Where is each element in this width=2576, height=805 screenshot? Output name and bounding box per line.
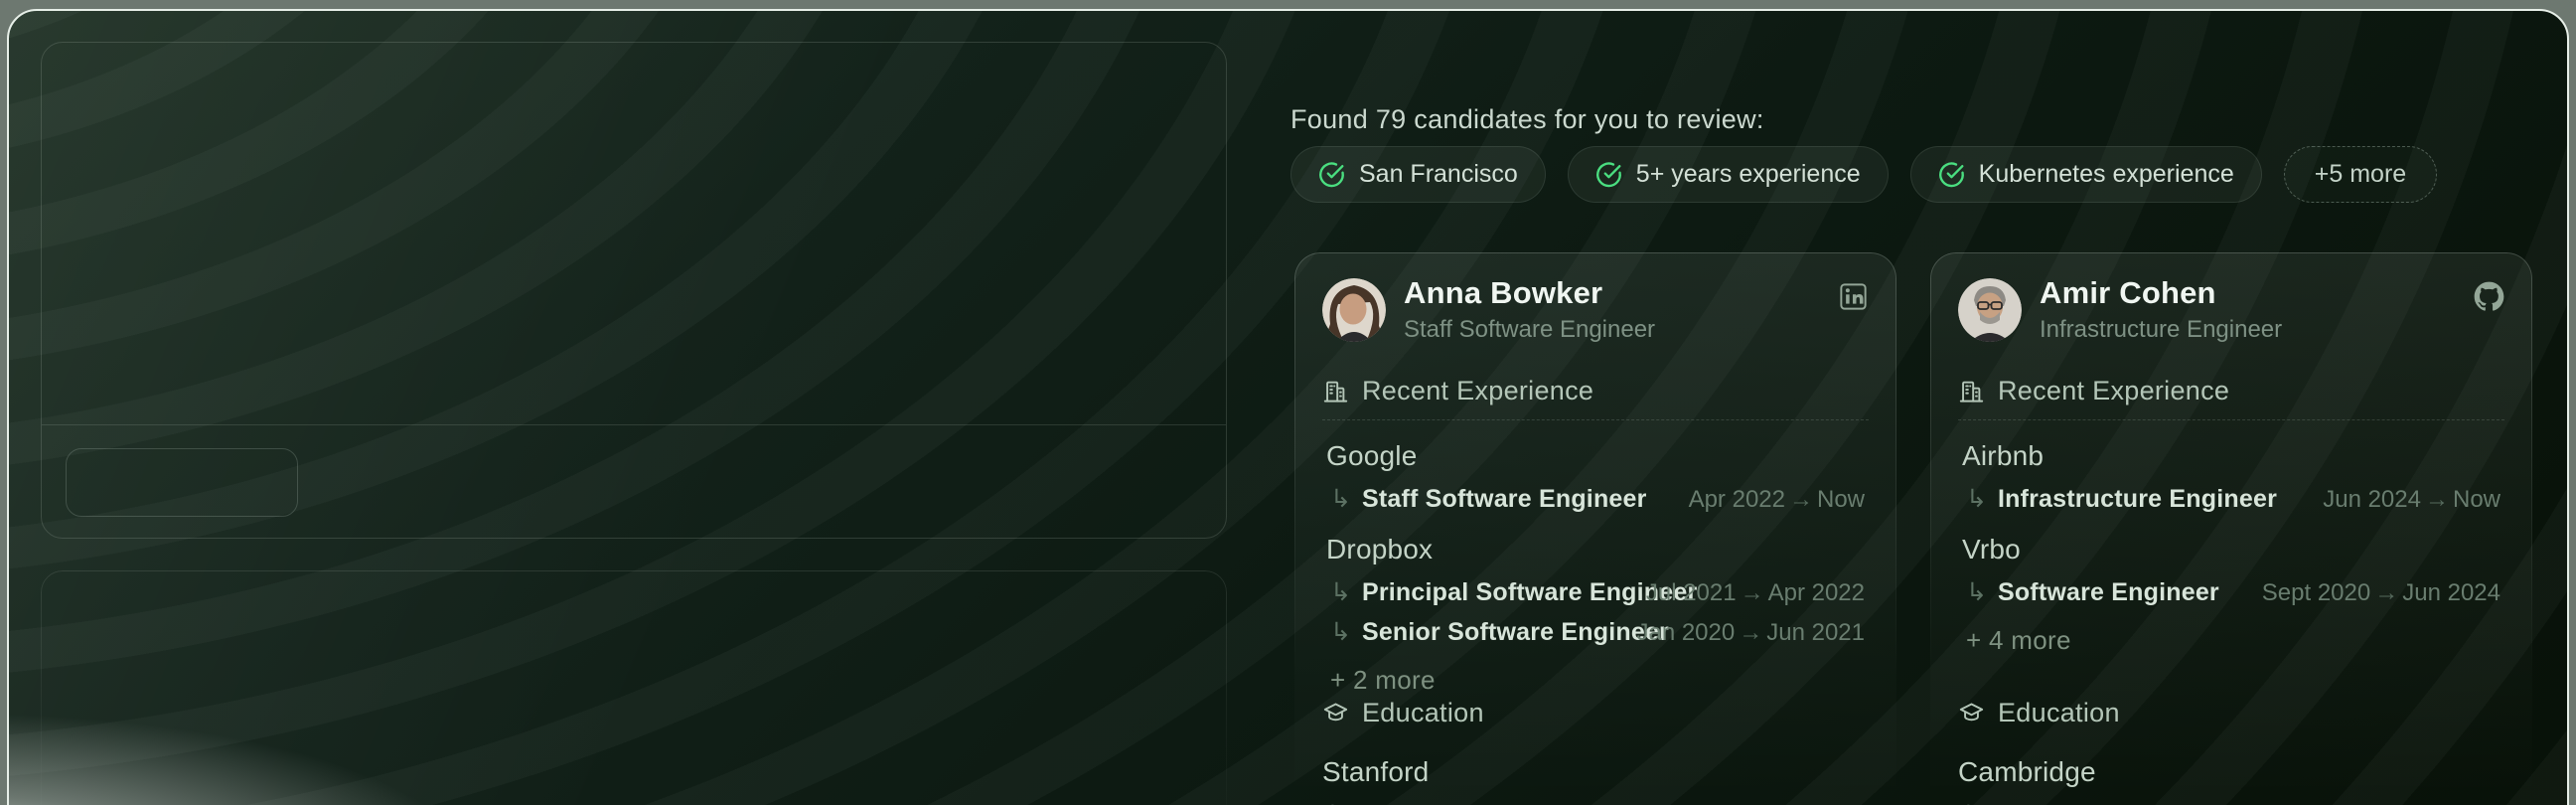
filter-chip-more[interactable]: +5 more [2284,146,2437,203]
school-name: Stanford [1322,756,1869,788]
role-dates: Apr 2022→Now [1689,486,1865,514]
section-divider [1958,419,2504,420]
education-entry: Stanford ↳ MSc Computer Science Sept 201… [1322,756,1869,805]
graduation-cap-icon [1958,700,1985,726]
canvas-divider [42,424,1226,425]
degree-title: BSc Computer Science [1994,801,2271,805]
role-dates: Jun 2024→Now [2323,486,2500,514]
more-experience-link[interactable]: + 2 more [1330,665,1865,696]
role-title: Infrastructure Engineer [1998,485,2277,514]
check-circle-icon [1318,161,1345,188]
role-title: Software Engineer [1998,578,2219,607]
school-name: Cambridge [1958,756,2504,788]
check-circle-icon [1595,161,1622,188]
candidate-name: Anna Bowker [1404,275,1655,311]
section-title: Recent Experience [1362,376,1593,406]
canvas-panel-secondary [41,570,1227,805]
branch-arrow-icon: ↳ [1966,577,1987,607]
branch-arrow-icon: ↳ [1330,484,1351,514]
education-entry: Cambridge ↳ BSc Computer Science Sept 20… [1958,756,2504,805]
more-experience-link[interactable]: + 4 more [1966,625,2500,656]
canvas-input-box [66,448,298,517]
avatar [1322,278,1386,342]
date-arrow-icon: → [1737,579,1768,606]
canvas-panel [41,42,1227,539]
section-title: Education [1362,698,1484,728]
card-header: Anna Bowker Staff Software Engineer [1322,252,1869,344]
branch-arrow-icon: ↳ [1330,577,1351,607]
education-section-header: Education [1322,698,1869,728]
chip-label: +5 more [2315,160,2406,189]
candidate-title: Infrastructure Engineer [2040,316,2282,344]
page-background: Found 79 candidates for you to review: S… [0,0,2576,805]
education-section: Education Cambridge ↳ BSc Computer Scien… [1958,698,2504,805]
section-divider [1322,419,1869,420]
chip-label: 5+ years experience [1636,160,1861,189]
results-heading: Found 79 candidates for you to review: [1290,104,1764,135]
education-section-header: Education [1958,698,2504,728]
experience-entry: Dropbox ↳ Principal Software Engineer Ju… [1326,534,1865,647]
experience-list: Google ↳ Staff Software Engineer Apr 202… [1322,440,1869,696]
role-row: ↳ Software Engineer Sept 2020→Jun 2024 [1966,577,2500,607]
chip-label: San Francisco [1359,160,1518,189]
graduation-cap-icon [1322,700,1349,726]
degree-title: MSc Computer Science [1358,801,1638,805]
role-row: ↳ Senior Software Engineer Jan 2020→Jun … [1330,617,1865,647]
branch-arrow-icon: ↳ [1966,484,1987,514]
section-title: Recent Experience [1998,376,2229,406]
experience-entry: Airbnb ↳ Infrastructure Engineer Jun 202… [1962,440,2500,514]
candidate-name: Amir Cohen [2040,275,2282,311]
company-name: Vrbo [1962,534,2500,565]
company-name: Dropbox [1326,534,1865,565]
card-header: Amir Cohen Infrastructure Engineer [1958,252,2504,344]
role-dates: Sept 2020→Jun 2024 [2262,579,2500,607]
date-arrow-icon: → [1785,486,1817,513]
experience-entry: Vrbo ↳ Software Engineer Sept 2020→Jun 2… [1962,534,2500,607]
branch-arrow-icon: ↳ [1330,617,1351,647]
date-arrow-icon: → [1735,619,1766,646]
github-icon[interactable] [2474,281,2504,312]
filter-chips-row: San Francisco 5+ years experience Kubern… [1290,146,2437,203]
experience-list: Airbnb ↳ Infrastructure Engineer Jun 202… [1958,440,2504,656]
experience-entry: Google ↳ Staff Software Engineer Apr 202… [1326,440,1865,514]
linkedin-icon[interactable] [1838,281,1869,312]
candidate-card[interactable]: Anna Bowker Staff Software Engineer [1294,252,1896,805]
building-icon [1322,378,1349,404]
company-name: Google [1326,440,1865,472]
filter-chip-experience-years[interactable]: 5+ years experience [1568,146,1889,203]
degree-row: ↳ BSc Computer Science Sept 201 [1962,800,2504,805]
date-arrow-icon: → [2421,486,2453,513]
role-row: ↳ Principal Software Engineer Jul 2021→A… [1330,577,1865,607]
candidate-cards-row: Anna Bowker Staff Software Engineer [1294,252,2532,805]
app-window: Found 79 candidates for you to review: S… [7,9,2569,805]
experience-section-header: Recent Experience [1322,376,1869,406]
company-name: Airbnb [1962,440,2500,472]
role-row: ↳ Infrastructure Engineer Jun 2024→Now [1966,484,2500,514]
branch-arrow-icon: ↳ [1326,800,1347,805]
section-title: Education [1998,698,2120,728]
filter-chip-kubernetes[interactable]: Kubernetes experience [1910,146,2262,203]
avatar [1958,278,2022,342]
candidate-title: Staff Software Engineer [1404,316,1655,344]
building-icon [1958,378,1985,404]
education-section: Education Stanford ↳ MSc Computer Scienc… [1322,698,1869,805]
date-arrow-icon: → [2370,579,2402,606]
role-dates: Jul 2021→Apr 2022 [1646,579,1865,607]
check-circle-icon [1938,161,1965,188]
chip-label: Kubernetes experience [1979,160,2234,189]
role-title: Senior Software Engineer [1362,618,1669,647]
filter-chip-san-francisco[interactable]: San Francisco [1290,146,1546,203]
branch-arrow-icon: ↳ [1962,800,1983,805]
degree-row: ↳ MSc Computer Science Sept 2012→Jul 201… [1326,800,1869,805]
role-title: Staff Software Engineer [1362,485,1647,514]
role-row: ↳ Staff Software Engineer Apr 2022→Now [1330,484,1865,514]
experience-section-header: Recent Experience [1958,376,2504,406]
role-dates: Jan 2020→Jun 2021 [1636,619,1865,647]
candidate-card[interactable]: Amir Cohen Infrastructure Engineer Rece [1930,252,2532,805]
